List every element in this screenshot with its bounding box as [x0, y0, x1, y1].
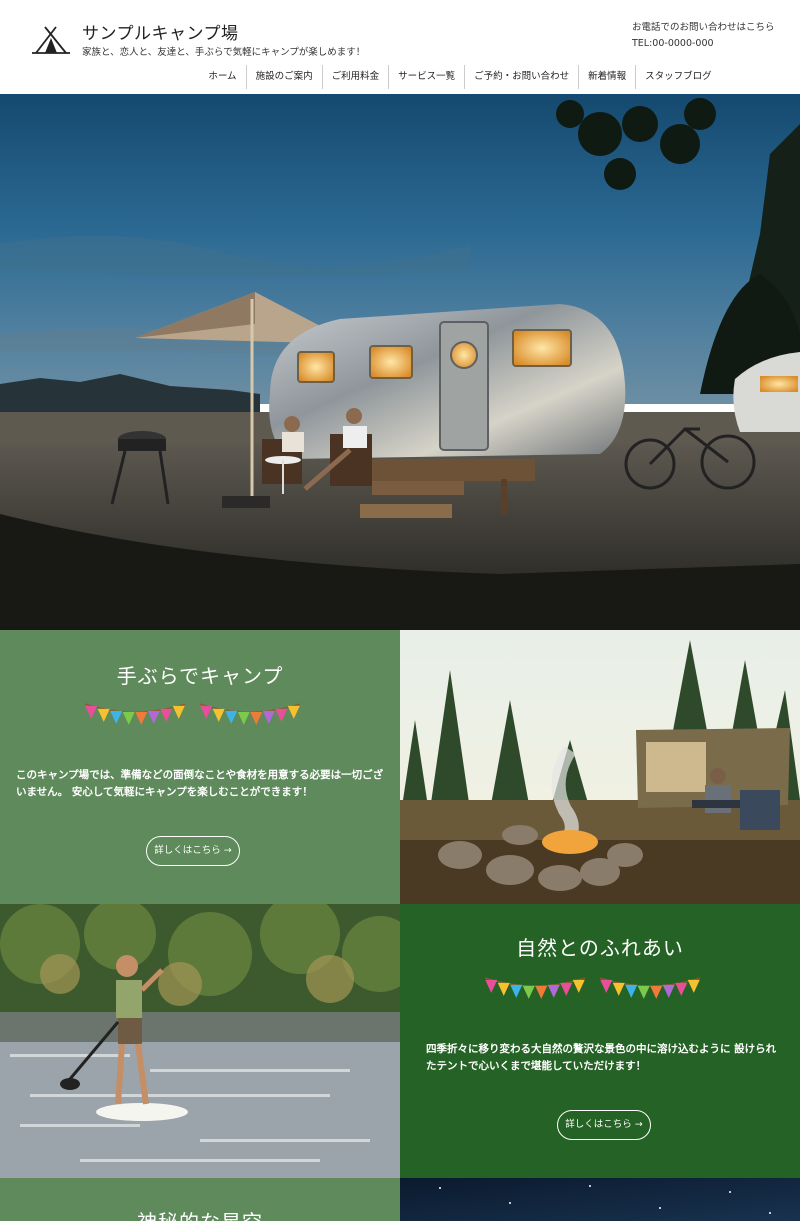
- starry-sky-photo: [400, 1178, 800, 1221]
- bunting-flag: [110, 710, 123, 724]
- bunting-flag: [497, 982, 510, 996]
- bunting-flag: [485, 979, 498, 993]
- bunting-flag: [650, 985, 663, 999]
- bunting-flag: [522, 985, 535, 999]
- bunting-flag: [262, 710, 275, 724]
- section-heading: 神秘的な星空: [0, 1206, 400, 1221]
- nav-item-reservation[interactable]: ご予約・お問い合わせ: [464, 65, 578, 89]
- bunting-flags-icon: [484, 977, 701, 999]
- contact-info: お電話でのお問い合わせはこちら TEL:00-0000-000: [632, 20, 775, 52]
- bunting-flag: [675, 982, 688, 996]
- nav-item-services[interactable]: サービス一覧: [388, 65, 464, 89]
- tent-icon[interactable]: [30, 24, 72, 56]
- bunting-flag: [287, 705, 300, 719]
- paddleboard-image: [0, 904, 400, 1178]
- bunting-flag: [225, 710, 238, 724]
- bunting-flag: [687, 979, 700, 993]
- feature-section-hands-free: 手ぶらでキャンプ このキャンプ場では、準備などの面倒なことや食材を用意する必要は…: [0, 630, 400, 904]
- bunting-flag: [147, 710, 160, 724]
- nav-item-news[interactable]: 新着情報: [578, 65, 635, 89]
- bunting-flag: [85, 705, 98, 719]
- starry-sky-image: [400, 1178, 800, 1221]
- paddleboard-photo: [0, 904, 400, 1178]
- bunting-flag: [600, 979, 613, 993]
- bunting-flag: [122, 711, 135, 725]
- nav-item-facilities[interactable]: 施設のご案内: [245, 65, 322, 89]
- bunting-flag: [560, 982, 573, 996]
- bunting-flag: [200, 705, 213, 719]
- contact-label: お電話でのお問い合わせはこちら: [632, 22, 775, 33]
- campfire-image: [400, 630, 800, 904]
- hero-image: [0, 94, 800, 630]
- nav-item-home[interactable]: ホーム: [199, 65, 245, 89]
- feature-section-nature: 自然とのふれあい 四季折々に移り変わる大自然の贅沢な景色の中に溶け込むように 設…: [400, 904, 800, 1178]
- bunting-flag: [547, 984, 560, 998]
- bunting-flag: [172, 705, 185, 719]
- nav-item-staff-blog[interactable]: スタッフブログ: [635, 65, 721, 89]
- bunting-flag: [237, 711, 250, 725]
- site-header: サンプルキャンプ場 家族と、恋人と、友達と、手ぶらで気軽にキャンプが楽しめます！…: [0, 0, 800, 94]
- bunting-flag: [637, 985, 650, 999]
- bunting-flag: [625, 984, 638, 998]
- bunting-flag: [160, 708, 173, 722]
- bunting-flag: [510, 984, 523, 998]
- bunting-flags-icon: [84, 703, 301, 725]
- section-description: 四季折々に移り変わる大自然の贅沢な景色の中に溶け込むように 設けられたテントで心…: [426, 1043, 777, 1072]
- details-button[interactable]: 詳しくはこちら →: [146, 836, 240, 866]
- bunting-flag: [662, 984, 675, 998]
- contact-phone[interactable]: TEL:00-0000-000: [632, 36, 775, 52]
- bunting-flag: [612, 982, 625, 996]
- global-nav: ホーム 施設のご案内 ご利用料金 サービス一覧 ご予約・お問い合わせ 新着情報 …: [0, 65, 800, 89]
- bunting-flag: [135, 711, 148, 725]
- bunting-flag: [535, 985, 548, 999]
- section-heading: 手ぶらでキャンプ: [116, 664, 284, 688]
- nav-item-pricing[interactable]: ご利用料金: [321, 65, 389, 89]
- campfire-photo: [400, 630, 800, 904]
- bunting-flag: [275, 708, 288, 722]
- bunting-flag: [97, 708, 110, 722]
- site-title[interactable]: サンプルキャンプ場: [82, 19, 238, 44]
- section-description: このキャンプ場では、準備などの面倒なことや食材を用意する必要は一切ございません。…: [16, 769, 384, 798]
- site-tagline: 家族と、恋人と、友達と、手ぶらで気軽にキャンプが楽しめます！: [82, 47, 366, 58]
- bunting-flag: [212, 708, 225, 722]
- bunting-flag: [572, 979, 585, 993]
- bunting-flag: [250, 711, 263, 725]
- section-heading: 自然とのふれあい: [516, 936, 684, 960]
- hero-camper-scene: [0, 94, 800, 630]
- details-button[interactable]: 詳しくはこちら →: [557, 1110, 651, 1140]
- feature-section-starry-sky: 神秘的な星空: [0, 1178, 400, 1221]
